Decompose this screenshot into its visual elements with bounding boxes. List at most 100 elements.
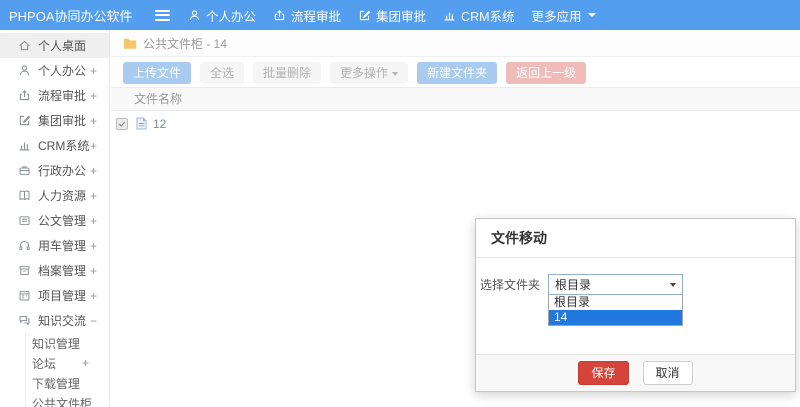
sidebar-subitem-public-file-cabinet[interactable]: 公共文件柜: [26, 393, 109, 407]
collapse-minus-icon[interactable]: −: [90, 314, 97, 328]
nav-workflow-approval[interactable]: 流程审批: [273, 6, 341, 25]
save-button[interactable]: 保存: [578, 361, 629, 385]
sidebar-item-personal-office[interactable]: 个人办公 +: [0, 58, 109, 83]
folder-select-row: 选择文件夹 根目录 根目录 14: [476, 274, 795, 326]
sidebar-item-admin-office[interactable]: 行政办公 +: [0, 158, 109, 183]
expand-plus-icon[interactable]: +: [82, 356, 89, 370]
top-bar: PHPOA协同办公软件 个人办公 流程审批 集团审批 CRM系统 更多应用: [0, 0, 800, 30]
nav-label: 集团审批: [376, 9, 427, 24]
headset-icon: [19, 240, 30, 251]
archive-icon: [19, 265, 30, 276]
project-board-icon: [19, 290, 30, 301]
more-actions-button[interactable]: 更多操作: [330, 62, 409, 84]
sidebar-item-vehicle-mgmt[interactable]: 用车管理 +: [0, 233, 109, 258]
sidebar-item-label: 项目管理: [38, 289, 87, 303]
batch-delete-button[interactable]: 批量删除: [253, 62, 322, 84]
sidebar-item-workflow-approval[interactable]: 流程审批 +: [0, 83, 109, 108]
cancel-button[interactable]: 取消: [642, 361, 693, 385]
back-up-level-button[interactable]: 返回上一级: [506, 62, 587, 84]
nav-personal-office[interactable]: 个人办公: [188, 6, 256, 25]
breadcrumb-text: 公共文件柜 - 14: [143, 36, 228, 51]
file-move-dialog: 文件移动 选择文件夹 根目录 根目录 14 保存 取消: [475, 218, 796, 392]
folder-icon: [123, 38, 137, 49]
briefcase-icon: [19, 166, 30, 176]
caret-down-icon: [392, 72, 399, 76]
sidebar-item-label: 行政办公: [38, 164, 87, 178]
user-icon: [189, 9, 200, 20]
sidebar-item-label: 用车管理: [38, 239, 87, 253]
folder-select-wrapper: 根目录 根目录 14: [548, 274, 683, 326]
nav-more-apps[interactable]: 更多应用: [532, 6, 596, 25]
sidebar-item-label: 集团审批: [38, 114, 87, 128]
file-table-row[interactable]: 12: [111, 111, 800, 136]
upload-icon: [19, 90, 30, 101]
caret-down-icon: [587, 13, 596, 17]
caret-down-icon: [670, 282, 676, 287]
sidebar-subitem-label: 论坛: [32, 356, 57, 371]
expand-plus-icon[interactable]: +: [90, 64, 97, 78]
chat-bubbles-icon: [19, 315, 30, 326]
sidebar-item-personal-desktop[interactable]: 个人桌面: [0, 33, 109, 58]
expand-plus-icon[interactable]: +: [90, 114, 97, 128]
dropdown-option-root[interactable]: 根目录: [549, 295, 682, 310]
sidebar-item-label: 档案管理: [38, 264, 87, 278]
breadcrumb: 公共文件柜 - 14: [111, 30, 800, 57]
sidebar-subitem-label: 下载管理: [32, 376, 81, 391]
book-icon: [19, 190, 30, 201]
file-name[interactable]: 12: [153, 117, 166, 131]
nav-group-approval[interactable]: 集团审批: [358, 6, 426, 25]
sidebar-subitem-knowledge-mgmt[interactable]: 知识管理: [26, 333, 109, 353]
edit-icon: [359, 10, 371, 20]
dialog-title: 文件移动: [476, 219, 795, 258]
more-actions-label: 更多操作: [340, 66, 389, 80]
sidebar: 个人桌面 个人办公 + 流程审批 + 集团审批 + CRM系统 + 行政办公 +: [0, 30, 110, 407]
folder-select[interactable]: 根目录: [548, 274, 683, 295]
sidebar-item-group-approval[interactable]: 集团审批 +: [0, 108, 109, 133]
check-icon: [118, 121, 126, 127]
sidebar-item-label: 公文管理: [38, 214, 87, 228]
bar-chart-icon: [444, 12, 455, 21]
upload-file-button[interactable]: 上传文件: [123, 62, 192, 84]
top-nav: 个人办公 流程审批 集团审批 CRM系统 更多应用: [188, 6, 613, 25]
expand-plus-icon[interactable]: +: [90, 189, 97, 203]
sidebar-item-label: 流程审批: [38, 89, 87, 103]
dialog-footer: 保存 取消: [476, 354, 795, 391]
dropdown-option-14[interactable]: 14: [549, 310, 682, 325]
new-folder-button[interactable]: 新建文件夹: [417, 62, 498, 84]
sidebar-item-hr[interactable]: 人力资源 +: [0, 183, 109, 208]
file-name-column-header: 文件名称: [134, 92, 183, 106]
expand-plus-icon[interactable]: +: [90, 214, 97, 228]
nav-label: 流程审批: [291, 9, 342, 24]
sidebar-subitem-download-mgmt[interactable]: 下载管理: [26, 373, 109, 393]
expand-plus-icon[interactable]: +: [90, 164, 97, 178]
file-table-header: 文件名称: [111, 87, 800, 111]
nav-label: CRM系统: [461, 9, 515, 24]
app-window: PHPOA协同办公软件 个人办公 流程审批 集团审批 CRM系统 更多应用 个人…: [0, 0, 800, 407]
upload-icon: [274, 9, 285, 20]
expand-plus-icon[interactable]: +: [90, 289, 97, 303]
edit-icon: [19, 115, 31, 126]
nav-label: 个人办公: [206, 9, 257, 24]
sidebar-item-project-mgmt[interactable]: 项目管理 +: [0, 283, 109, 308]
nav-crm-system[interactable]: CRM系统: [443, 6, 515, 25]
home-icon: [19, 40, 30, 51]
row-checkbox-checked[interactable]: [116, 117, 128, 130]
select-all-button[interactable]: 全选: [200, 62, 245, 84]
hamburger-menu-icon[interactable]: [151, 3, 174, 27]
sidebar-item-knowledge-exchange[interactable]: 知识交流 −: [0, 308, 109, 333]
sidebar-item-archive-mgmt[interactable]: 档案管理 +: [0, 258, 109, 283]
sidebar-item-label: 个人办公: [38, 64, 87, 78]
sidebar-item-label: 人力资源: [38, 189, 87, 203]
expand-plus-icon[interactable]: +: [90, 264, 97, 278]
nav-label: 更多应用: [531, 9, 582, 24]
file-toolbar: 上传文件 全选 批量删除 更多操作 新建文件夹 返回上一级: [111, 57, 800, 87]
sidebar-item-document-mgmt[interactable]: 公文管理 +: [0, 208, 109, 233]
knowledge-exchange-submenu: 知识管理 论坛 + 下载管理 公共文件柜: [25, 333, 109, 407]
sidebar-item-crm[interactable]: CRM系统 +: [0, 133, 109, 158]
expand-plus-icon[interactable]: +: [90, 89, 97, 103]
sidebar-subitem-forum[interactable]: 论坛 +: [26, 353, 109, 373]
user-icon: [19, 65, 30, 76]
select-folder-label: 选择文件夹: [479, 278, 540, 292]
expand-plus-icon[interactable]: +: [90, 239, 97, 253]
expand-plus-icon[interactable]: +: [90, 139, 97, 153]
